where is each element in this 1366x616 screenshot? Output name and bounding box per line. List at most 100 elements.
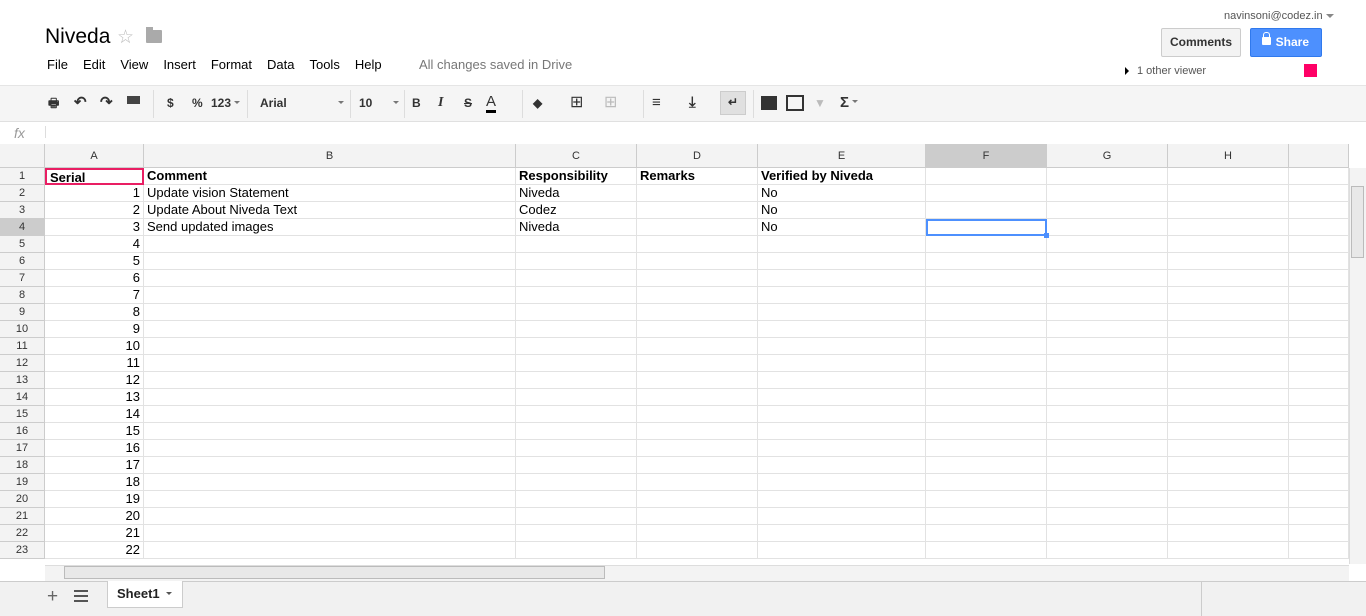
- row-header[interactable]: 15: [0, 406, 45, 423]
- spreadsheet-grid[interactable]: A B C D E F G H 1 Serial Comment Responsibility Rema…: [0, 144, 1349, 564]
- cell-E2[interactable]: No: [758, 185, 926, 202]
- horizontal-scroll-thumb[interactable]: [64, 566, 605, 579]
- cell-I6[interactable]: [1289, 253, 1349, 270]
- add-sheet-icon[interactable]: +: [47, 586, 58, 608]
- cell-I12[interactable]: [1289, 355, 1349, 372]
- cell-B14[interactable]: [144, 389, 516, 406]
- bold-button[interactable]: B: [412, 93, 421, 113]
- cell-I20[interactable]: [1289, 491, 1349, 508]
- row-header[interactable]: 22: [0, 525, 45, 542]
- cell-E20[interactable]: [758, 491, 926, 508]
- column-header[interactable]: D: [637, 144, 758, 168]
- cell-I22[interactable]: [1289, 525, 1349, 542]
- folder-icon[interactable]: [146, 27, 162, 43]
- star-icon[interactable]: ☆: [117, 26, 134, 49]
- cell-G19[interactable]: [1047, 474, 1168, 491]
- cell-G20[interactable]: [1047, 491, 1168, 508]
- cell-C1[interactable]: Responsibility: [516, 168, 637, 185]
- cell-H2[interactable]: [1168, 185, 1289, 202]
- share-button[interactable]: Share: [1250, 28, 1322, 57]
- cell-A3[interactable]: 2: [45, 202, 144, 219]
- column-header[interactable]: G: [1047, 144, 1168, 168]
- cell-E7[interactable]: [758, 270, 926, 287]
- cell-D9[interactable]: [637, 304, 758, 321]
- cell-E21[interactable]: [758, 508, 926, 525]
- cell-B5[interactable]: [144, 236, 516, 253]
- cell-E14[interactable]: [758, 389, 926, 406]
- cell-G4[interactable]: [1047, 219, 1168, 236]
- cell-F19[interactable]: [926, 474, 1047, 491]
- formula-input[interactable]: [50, 124, 1350, 142]
- cell-H17[interactable]: [1168, 440, 1289, 457]
- cell-I4[interactable]: [1289, 219, 1349, 236]
- cell-H7[interactable]: [1168, 270, 1289, 287]
- sheet-tab[interactable]: Sheet1: [107, 581, 183, 608]
- vertical-align-bottom-icon[interactable]: ⤓: [689, 93, 696, 113]
- cell-A12[interactable]: 11: [45, 355, 144, 372]
- cell-B22[interactable]: [144, 525, 516, 542]
- cell-D16[interactable]: [637, 423, 758, 440]
- row-header[interactable]: 10: [0, 321, 45, 338]
- cell-G1[interactable]: [1047, 168, 1168, 185]
- cell-F9[interactable]: [926, 304, 1047, 321]
- font-size-select[interactable]: 10: [359, 93, 399, 113]
- cell-F14[interactable]: [926, 389, 1047, 406]
- cell-H9[interactable]: [1168, 304, 1289, 321]
- cell-G16[interactable]: [1047, 423, 1168, 440]
- row-header[interactable]: 20: [0, 491, 45, 508]
- cell-D18[interactable]: [637, 457, 758, 474]
- cell-I16[interactable]: [1289, 423, 1349, 440]
- cell-A2[interactable]: 1: [45, 185, 144, 202]
- row-header[interactable]: 9: [0, 304, 45, 321]
- column-header[interactable]: E: [758, 144, 926, 168]
- cell-E3[interactable]: No: [758, 202, 926, 219]
- cell-E22[interactable]: [758, 525, 926, 542]
- cell-F16[interactable]: [926, 423, 1047, 440]
- cell-E16[interactable]: [758, 423, 926, 440]
- cell-B10[interactable]: [144, 321, 516, 338]
- cell-C14[interactable]: [516, 389, 637, 406]
- cell-C3[interactable]: Codez: [516, 202, 637, 219]
- cell-H16[interactable]: [1168, 423, 1289, 440]
- cell-B2[interactable]: Update vision Statement: [144, 185, 516, 202]
- cell-E13[interactable]: [758, 372, 926, 389]
- cell-A19[interactable]: 18: [45, 474, 144, 491]
- cell-F12[interactable]: [926, 355, 1047, 372]
- account-email[interactable]: navinsoni@codez.in: [1224, 10, 1323, 22]
- undo-icon[interactable]: ↶: [74, 93, 87, 113]
- cell-G18[interactable]: [1047, 457, 1168, 474]
- cell-C17[interactable]: [516, 440, 637, 457]
- menu-edit[interactable]: Edit: [83, 57, 105, 72]
- column-header[interactable]: F: [926, 144, 1047, 168]
- row-header[interactable]: 3: [0, 202, 45, 219]
- column-header[interactable]: C: [516, 144, 637, 168]
- vertical-scroll-thumb[interactable]: [1351, 186, 1364, 258]
- cell-E10[interactable]: [758, 321, 926, 338]
- cell-F10[interactable]: [926, 321, 1047, 338]
- row-header[interactable]: 21: [0, 508, 45, 525]
- cell-E1[interactable]: Verified by Niveda: [758, 168, 926, 185]
- cell-A10[interactable]: 9: [45, 321, 144, 338]
- fill-color-icon[interactable]: ◆: [533, 93, 542, 113]
- italic-button[interactable]: I: [438, 93, 443, 113]
- cell-D17[interactable]: [637, 440, 758, 457]
- cell-G11[interactable]: [1047, 338, 1168, 355]
- cell-A7[interactable]: 6: [45, 270, 144, 287]
- cell-G6[interactable]: [1047, 253, 1168, 270]
- cell-C19[interactable]: [516, 474, 637, 491]
- sheet-list-icon[interactable]: [74, 590, 88, 602]
- cell-B21[interactable]: [144, 508, 516, 525]
- cell-D8[interactable]: [637, 287, 758, 304]
- cell-C23[interactable]: [516, 542, 637, 559]
- cell-E19[interactable]: [758, 474, 926, 491]
- cell-B1[interactable]: Comment: [144, 168, 516, 185]
- cell-G8[interactable]: [1047, 287, 1168, 304]
- cell-B15[interactable]: [144, 406, 516, 423]
- cell-C22[interactable]: [516, 525, 637, 542]
- cell-H20[interactable]: [1168, 491, 1289, 508]
- cell-C18[interactable]: [516, 457, 637, 474]
- cell-G5[interactable]: [1047, 236, 1168, 253]
- cell-H23[interactable]: [1168, 542, 1289, 559]
- cell-A13[interactable]: 12: [45, 372, 144, 389]
- menu-format[interactable]: Format: [211, 57, 252, 72]
